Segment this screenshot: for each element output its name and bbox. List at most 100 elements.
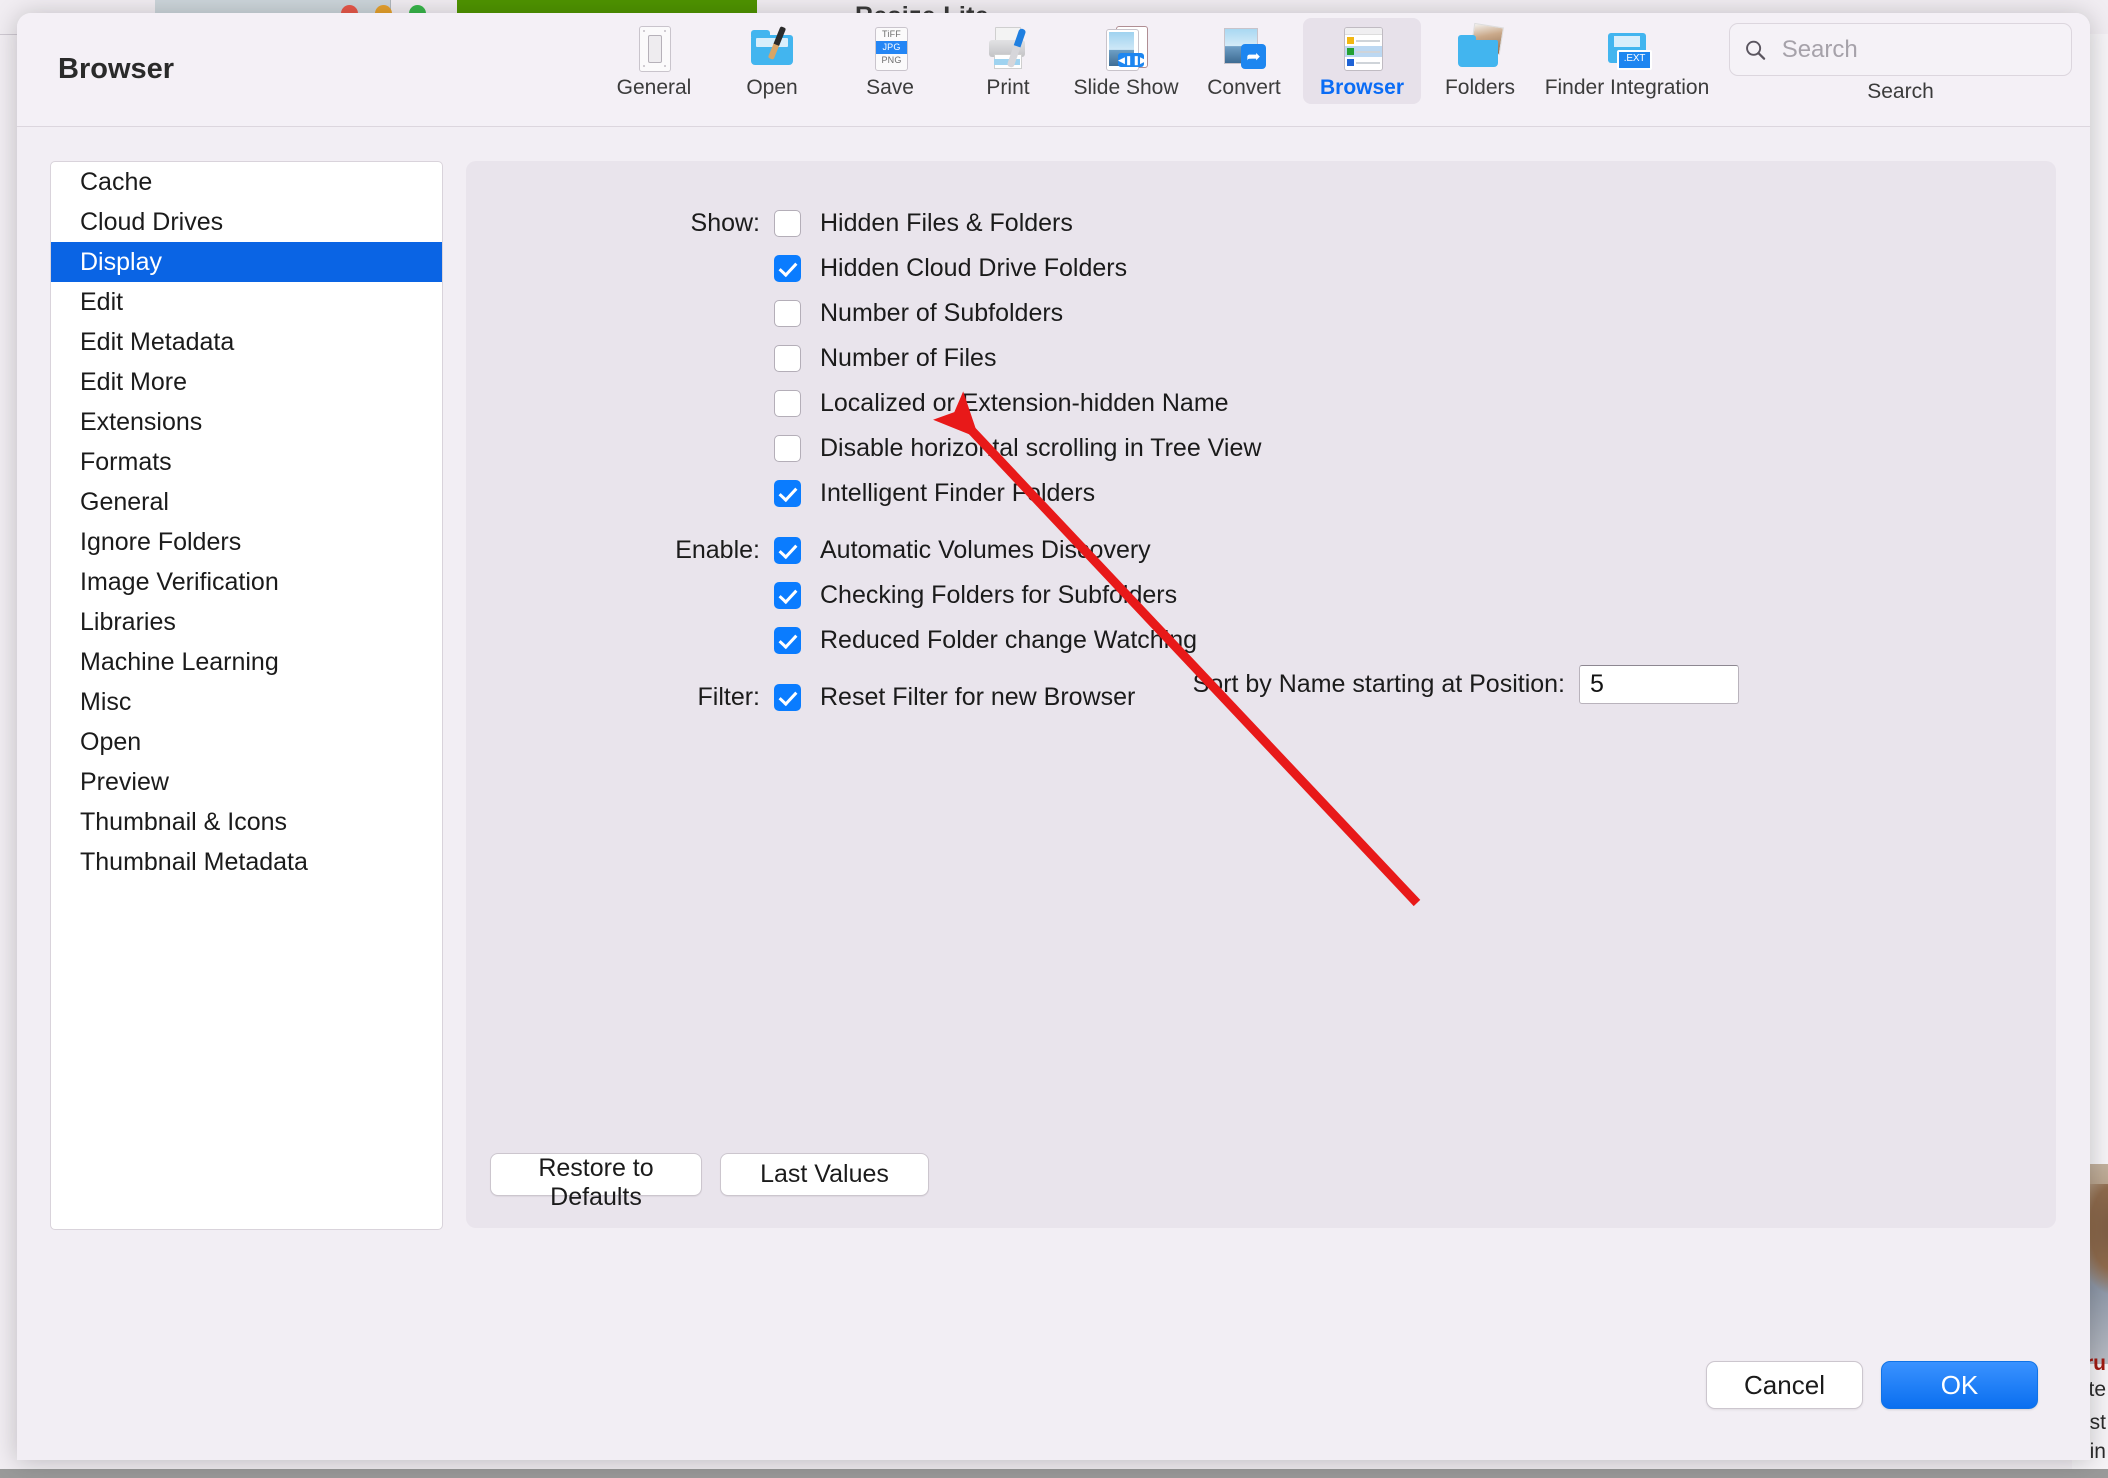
sidebar-item-image-verification[interactable]: Image Verification bbox=[51, 562, 442, 602]
toolbar-item-label: Save bbox=[866, 76, 914, 99]
toolbar-item-save[interactable]: TiFF JPG PNG Save bbox=[831, 18, 949, 104]
sidebar-item-extensions[interactable]: Extensions bbox=[51, 402, 442, 442]
toolbar-item-label: Print bbox=[986, 76, 1030, 99]
row-hidden-files-folders[interactable]: Show: Hidden Files & Folders bbox=[466, 201, 2056, 246]
sort-position-input[interactable] bbox=[1579, 665, 1739, 704]
general-switch-icon bbox=[630, 24, 678, 72]
sidebar-item-open[interactable]: Open bbox=[51, 722, 442, 762]
sidebar-item-ignore-folders[interactable]: Ignore Folders bbox=[51, 522, 442, 562]
sidebar-item-cloud-drives[interactable]: Cloud Drives bbox=[51, 202, 442, 242]
checkbox-hidden-files-folders[interactable] bbox=[774, 210, 801, 237]
toolbar-item-finder-integration[interactable]: .EXT Finder Integration bbox=[1539, 18, 1715, 104]
settings-sidebar[interactable]: Cache Cloud Drives Display Edit Edit Met… bbox=[50, 161, 443, 1230]
search-input[interactable] bbox=[1779, 34, 2057, 65]
checkbox-localized-or-extension-hidden-name[interactable] bbox=[774, 390, 801, 417]
row-hidden-cloud-drive-folders[interactable]: Hidden Cloud Drive Folders bbox=[466, 246, 2056, 291]
toolbar-item-label: Finder Integration bbox=[1544, 76, 1710, 99]
search-icon bbox=[1746, 40, 1766, 60]
sidebar-item-display[interactable]: Display bbox=[51, 242, 442, 282]
restore-to-defaults-button[interactable]: Restore to Defaults bbox=[490, 1153, 702, 1211]
checkbox-label: Number of Subfolders bbox=[820, 299, 1064, 327]
checkbox-checking-folders-for-subfolders[interactable] bbox=[774, 582, 801, 609]
toolbar-search-group: Search bbox=[1727, 23, 2074, 104]
toolbar-item-folders[interactable]: Folders bbox=[1421, 18, 1539, 104]
sidebar-item-formats[interactable]: Formats bbox=[51, 442, 442, 482]
toolbar-item-general[interactable]: General bbox=[595, 18, 713, 104]
sidebar-item-preview[interactable]: Preview bbox=[51, 762, 442, 802]
checkbox-hidden-cloud-drive-folders[interactable] bbox=[774, 255, 801, 282]
page-title: Browser bbox=[58, 53, 175, 85]
checkbox-label: Automatic Volumes Discovery bbox=[820, 536, 1151, 564]
group-gap bbox=[466, 516, 2056, 528]
row-checking-folders-for-subfolders[interactable]: Checking Folders for Subfolders bbox=[466, 573, 2056, 618]
last-values-button[interactable]: Last Values bbox=[720, 1153, 929, 1196]
checkbox-automatic-volumes-discovery[interactable] bbox=[774, 537, 801, 564]
preferences-dialog: Browser General Open TiFF JPG PNG Save P… bbox=[17, 13, 2090, 1460]
sidebar-item-edit-more[interactable]: Edit More bbox=[51, 362, 442, 402]
convert-icon: ➦ bbox=[1220, 24, 1268, 72]
checkbox-label: Hidden Cloud Drive Folders bbox=[820, 254, 1128, 282]
group-label-show: Show: bbox=[690, 209, 760, 237]
background-text-fragment-2: st bbox=[2089, 1411, 2106, 1434]
toolbar-item-convert[interactable]: ➦ Convert bbox=[1185, 18, 1303, 104]
folder-brush-icon bbox=[748, 24, 796, 72]
sort-position-label: Sort by Name starting at Position: bbox=[1192, 670, 1565, 698]
search-caption: Search bbox=[1867, 80, 1934, 103]
group-label-enable: Enable: bbox=[675, 536, 760, 564]
background-text-fragment-3: in bbox=[2089, 1440, 2106, 1463]
toolbar-item-print[interactable]: Print bbox=[949, 18, 1067, 104]
row-disable-horizontal-scrolling[interactable]: Disable horizontal scrolling in Tree Vie… bbox=[466, 426, 2056, 471]
toolbar-item-label: Convert bbox=[1207, 76, 1281, 99]
checkbox-intelligent-finder-folders[interactable] bbox=[774, 480, 801, 507]
sidebar-item-machine-learning[interactable]: Machine Learning bbox=[51, 642, 442, 682]
background-bottom-bar bbox=[0, 1469, 2108, 1478]
checkbox-label: Intelligent Finder Folders bbox=[820, 479, 1096, 507]
toolbar-item-slide-show[interactable]: ◀❚❚▶ Slide Show bbox=[1067, 18, 1185, 104]
printer-icon bbox=[984, 24, 1032, 72]
panel-buttons: Restore to Defaults Last Values bbox=[490, 1153, 929, 1211]
sidebar-item-edit[interactable]: Edit bbox=[51, 282, 442, 322]
screenshot-root: Resize Lite ru te st in Loc Browser bbox=[0, 0, 2108, 1478]
search-box[interactable] bbox=[1729, 23, 2072, 76]
cancel-button[interactable]: Cancel bbox=[1706, 1361, 1863, 1409]
row-reduced-folder-change-watching[interactable]: Reduced Folder change Watching bbox=[466, 618, 2056, 663]
checkbox-reduced-folder-change-watching[interactable] bbox=[774, 627, 801, 654]
checkbox-label: Localized or Extension-hidden Name bbox=[820, 389, 1229, 417]
checkbox-disable-horizontal-scrolling-tree-view[interactable] bbox=[774, 435, 801, 462]
sidebar-item-libraries[interactable]: Libraries bbox=[51, 602, 442, 642]
checkbox-label: Checking Folders for Subfolders bbox=[820, 581, 1178, 609]
toolbar-item-label: Slide Show bbox=[1073, 76, 1179, 99]
folder-ext-icon: .EXT bbox=[1603, 24, 1652, 72]
toolbar-item-label: General bbox=[616, 76, 692, 99]
toolbar-items: General Open TiFF JPG PNG Save Print ◀❚❚… bbox=[595, 18, 1715, 104]
toolbar-item-label: Folders bbox=[1444, 76, 1516, 99]
checkbox-label: Number of Files bbox=[820, 344, 997, 372]
sort-position-row: Sort by Name starting at Position: bbox=[466, 665, 2056, 704]
row-number-of-files[interactable]: Number of Files bbox=[466, 336, 2056, 381]
dialog-body: Cache Cloud Drives Display Edit Edit Met… bbox=[17, 127, 2090, 1460]
sidebar-item-general[interactable]: General bbox=[51, 482, 442, 522]
checkbox-label: Reduced Folder change Watching bbox=[820, 626, 1198, 654]
toolbar-item-label: Browser bbox=[1319, 76, 1405, 99]
background-text-fragment-1: te bbox=[2088, 1378, 2106, 1401]
row-number-of-subfolders[interactable]: Number of Subfolders bbox=[466, 291, 2056, 336]
row-intelligent-finder-folders[interactable]: Intelligent Finder Folders bbox=[466, 471, 2056, 516]
row-automatic-volumes-discovery[interactable]: Enable: Automatic Volumes Discovery bbox=[466, 528, 2056, 573]
toolbar-item-browser[interactable]: Browser bbox=[1303, 18, 1421, 104]
toolbar-item-label: Open bbox=[746, 76, 798, 99]
toolbar-item-open[interactable]: Open bbox=[713, 18, 831, 104]
sidebar-item-edit-metadata[interactable]: Edit Metadata bbox=[51, 322, 442, 362]
row-localized-or-extension-hidden-name[interactable]: Localized or Extension-hidden Name bbox=[466, 381, 2056, 426]
ok-button[interactable]: OK bbox=[1881, 1361, 2038, 1409]
sidebar-item-cache[interactable]: Cache bbox=[51, 162, 442, 202]
display-settings-panel: Show: Hidden Files & Folders Hidden Clou… bbox=[466, 161, 2056, 1228]
checkbox-number-of-subfolders[interactable] bbox=[774, 300, 801, 327]
checkbox-number-of-files[interactable] bbox=[774, 345, 801, 372]
sidebar-item-misc[interactable]: Misc bbox=[51, 682, 442, 722]
sidebar-item-thumbnail-metadata[interactable]: Thumbnail Metadata bbox=[51, 842, 442, 882]
preferences-toolbar: Browser General Open TiFF JPG PNG Save P… bbox=[17, 13, 2090, 127]
sidebar-item-thumbnail-icons[interactable]: Thumbnail & Icons bbox=[51, 802, 442, 842]
settings-rows: Show: Hidden Files & Folders Hidden Clou… bbox=[466, 201, 2056, 720]
browser-window-icon bbox=[1338, 24, 1386, 72]
format-card-icon: TiFF JPG PNG bbox=[866, 24, 914, 72]
